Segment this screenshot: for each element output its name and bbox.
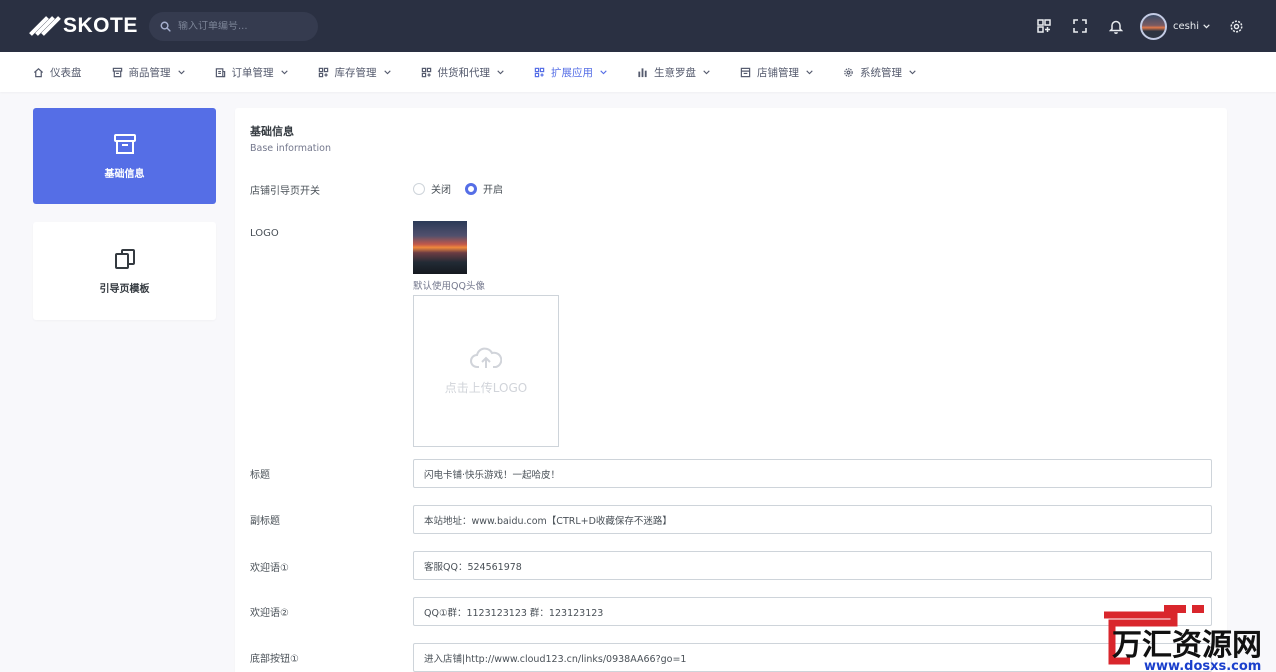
user-name: ceshi xyxy=(1173,20,1199,32)
grid-icon xyxy=(534,67,545,78)
nav-item-label: 供货和代理 xyxy=(437,66,491,79)
side-card-label: 基础信息 xyxy=(104,168,145,180)
chevron-down-icon xyxy=(909,69,916,75)
side-card-label: 引导页模板 xyxy=(99,283,150,295)
nav-item-2[interactable]: 订单管理 xyxy=(215,52,288,92)
logo-preview-image xyxy=(413,221,467,274)
logo-label: LOGO xyxy=(250,228,279,239)
basic-info-panel: 基础信息 Base information 店铺引导页开关 关闭 开启 LOGO… xyxy=(235,108,1227,672)
field-label-welcome-2: 欢迎语② xyxy=(250,608,289,619)
grid-icon xyxy=(318,67,329,78)
nav-item-6[interactable]: 生意罗盘 xyxy=(637,52,710,92)
upload-text: 点击上传LOGO xyxy=(444,380,528,395)
chevron-down-icon xyxy=(600,69,607,75)
logo-hint: 默认使用QQ头像 xyxy=(413,281,485,292)
avatar[interactable] xyxy=(1140,12,1168,40)
nav-item-0[interactable]: 仪表盘 xyxy=(33,52,82,92)
nav-item-label: 库存管理 xyxy=(334,66,377,79)
user-menu[interactable]: ceshi xyxy=(1140,12,1210,40)
settings-gear-icon[interactable] xyxy=(1218,0,1254,52)
radio-on[interactable]: 开启 xyxy=(465,181,503,196)
nav-item-5[interactable]: 扩展应用 xyxy=(534,52,607,92)
nav-item-label: 店铺管理 xyxy=(757,66,799,79)
bell-icon[interactable] xyxy=(1098,0,1134,52)
store-icon xyxy=(740,67,751,78)
home-icon xyxy=(33,67,44,78)
chevron-down-icon xyxy=(383,69,391,75)
nav-item-label: 系统管理 xyxy=(860,66,902,79)
guide-switch-radios: 关闭 开启 xyxy=(413,181,517,196)
apps-icon[interactable] xyxy=(1026,0,1062,52)
brand-logo[interactable]: SKOTE xyxy=(29,14,149,38)
radio-off-label: 关闭 xyxy=(431,185,451,196)
top-header: SKOTE ceshi xyxy=(0,0,1276,52)
subtitle-input[interactable] xyxy=(413,505,1212,534)
brand-name: SKOTE xyxy=(63,14,138,37)
chevron-down-icon xyxy=(280,69,288,75)
field-label-bottom-button-1: 底部按钮① xyxy=(250,654,299,665)
welcome-1-input[interactable] xyxy=(413,551,1212,580)
side-card-guide-template[interactable]: 引导页模板 xyxy=(33,222,216,320)
title-input[interactable] xyxy=(413,459,1212,488)
gear-icon xyxy=(843,67,854,78)
nav-item-1[interactable]: 商品管理 xyxy=(112,52,185,92)
radio-off[interactable]: 关闭 xyxy=(413,181,451,196)
nav-item-label: 商品管理 xyxy=(128,66,171,79)
field-label-title: 标题 xyxy=(250,470,270,481)
main-nav: 仪表盘 商品管理 订单管理 库存管理 供货和代理 扩展应用 生意罗盘 店铺管理 系统管理 xyxy=(0,52,1276,92)
chevron-down-icon xyxy=(1203,23,1210,28)
cloud-upload-icon xyxy=(470,347,502,368)
nav-item-8[interactable]: 系统管理 xyxy=(843,52,916,92)
panel-title: 基础信息 xyxy=(250,125,294,138)
search-icon xyxy=(160,21,171,32)
receipt-icon xyxy=(215,67,226,78)
side-card-basic-info[interactable]: 基础信息 xyxy=(33,108,216,204)
nav-item-7[interactable]: 店铺管理 xyxy=(740,52,813,92)
nav-item-label: 扩展应用 xyxy=(551,66,593,79)
chevron-down-icon xyxy=(497,69,504,75)
radio-on-circle[interactable] xyxy=(465,182,477,195)
nav-item-label: 仪表盘 xyxy=(50,66,82,79)
logo-upload-area[interactable]: 点击上传LOGO xyxy=(413,295,559,447)
panel-subtitle: Base information xyxy=(250,143,331,154)
watermark-text: 万汇资源网 xyxy=(1112,628,1262,663)
nav-item-3[interactable]: 库存管理 xyxy=(318,52,391,92)
chevron-down-icon xyxy=(177,69,185,75)
watermark-url: www.dosxs.com xyxy=(1144,659,1261,672)
grid-icon xyxy=(421,67,432,78)
fullscreen-icon[interactable] xyxy=(1062,0,1098,52)
archive-icon xyxy=(113,133,136,154)
bar-chart-icon xyxy=(637,67,648,78)
nav-item-4[interactable]: 供货和代理 xyxy=(421,52,505,92)
field-label-welcome-1: 欢迎语① xyxy=(250,563,289,574)
search-input[interactable] xyxy=(178,20,308,32)
box-icon xyxy=(112,67,123,78)
watermark-logo: 万汇资源网 www.dosxs.com xyxy=(1104,605,1262,672)
copy-icon xyxy=(114,248,135,269)
field-label-subtitle: 副标题 xyxy=(250,516,280,527)
radio-on-label: 开启 xyxy=(483,185,503,196)
chevron-down-icon xyxy=(703,69,710,75)
switch-label: 店铺引导页开关 xyxy=(250,186,320,197)
radio-off-circle[interactable] xyxy=(413,182,425,195)
nav-item-label: 订单管理 xyxy=(231,66,274,79)
nav-item-label: 生意罗盘 xyxy=(654,66,696,79)
logo-mark-icon xyxy=(29,15,61,37)
chevron-down-icon xyxy=(806,69,813,75)
search-box[interactable] xyxy=(149,11,318,41)
